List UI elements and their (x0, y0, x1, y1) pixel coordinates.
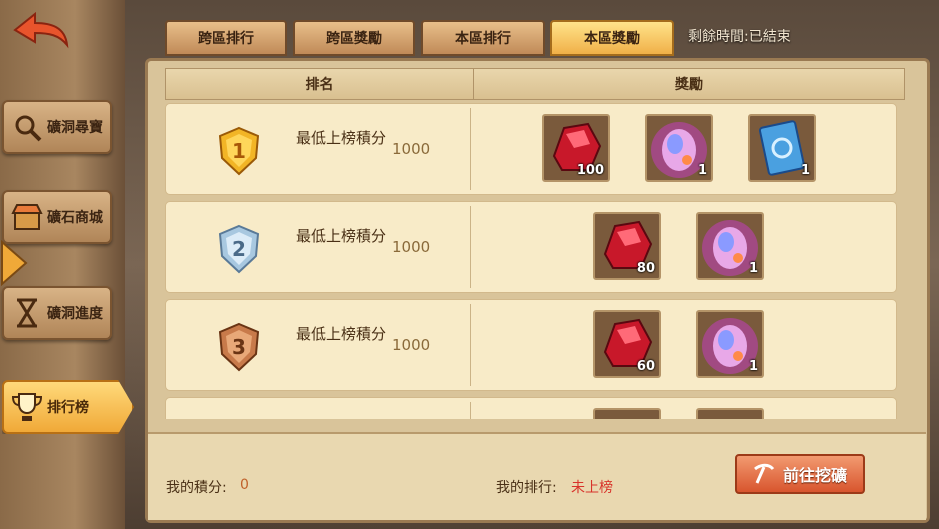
sidebar-item-mine-treasure[interactable]: 礦洞尋寶 (2, 100, 112, 154)
row-value: 1000 (392, 336, 431, 354)
back-button[interactable] (10, 10, 72, 50)
bronze-medal-icon: 3 (218, 322, 260, 372)
table-row: 1 最低上榜積分 1000 100 1 1 (165, 103, 897, 195)
egg-item[interactable]: 1 (696, 310, 764, 378)
hourglass-icon (10, 296, 44, 330)
row-value: 1000 (392, 238, 431, 256)
gold-medal-icon: 1 (218, 126, 260, 176)
svg-text:2: 2 (232, 237, 246, 261)
sidebar-item-label: 排行榜 (47, 400, 89, 416)
row-label: 最低上榜積分 (296, 227, 387, 245)
pickaxe-icon (754, 463, 775, 484)
expand-arrow-icon[interactable] (0, 240, 28, 286)
egg-item[interactable]: 1 (696, 212, 764, 280)
table-row (165, 397, 897, 419)
red-ore-item[interactable] (593, 408, 661, 419)
my-rank-label: 我的排行: (496, 480, 557, 496)
remaining-time: 剩餘時間:已結束 (688, 29, 791, 45)
sidebar-item-label: 礦洞尋寶 (47, 120, 103, 136)
sidebar-item-label: 礦洞進度 (47, 306, 103, 322)
my-rank-value: 未上榜 (571, 480, 613, 496)
go-mining-label: 前往挖礦 (782, 466, 847, 485)
table-header: 排名 獎勵 (165, 68, 905, 100)
red-ore-item[interactable]: 60 (593, 310, 661, 378)
row-label: 最低上榜積分 (296, 325, 387, 343)
sidebar-item-label: 礦石商城 (47, 210, 103, 226)
reward-item[interactable] (696, 408, 764, 419)
svg-text:1: 1 (232, 139, 246, 163)
back-arrow-icon (13, 11, 69, 49)
shop-icon (10, 200, 44, 234)
egg-item[interactable]: 1 (645, 114, 713, 182)
blue-card-item[interactable]: 1 (748, 114, 816, 182)
sidebar-item-leaderboard[interactable]: 排行榜 (2, 380, 134, 434)
svg-text:3: 3 (232, 335, 246, 359)
my-score-value: 0 (240, 477, 249, 493)
tab-local-ranking[interactable]: 本區排行 (421, 20, 545, 56)
go-mining-button[interactable]: 前往挖礦 (735, 454, 865, 494)
red-ore-item[interactable]: 100 (542, 114, 610, 182)
silver-medal-icon: 2 (218, 224, 260, 274)
tab-cross-server-ranking[interactable]: 跨區排行 (165, 20, 287, 56)
trophy-icon (10, 390, 44, 424)
sidebar-item-mine-progress[interactable]: 礦洞進度 (2, 286, 112, 340)
tab-cross-server-rewards[interactable]: 跨區獎勵 (293, 20, 415, 56)
row-value: 1000 (392, 140, 431, 158)
red-ore-item[interactable]: 80 (593, 212, 661, 280)
my-score-label: 我的積分: (166, 480, 227, 496)
tab-local-rewards[interactable]: 本區獎勵 (550, 20, 674, 56)
row-label: 最低上榜積分 (296, 129, 387, 147)
treasure-search-icon (10, 110, 44, 144)
reward-list[interactable]: 1 最低上榜積分 1000 100 1 1 2 最低上榜積分 1000 80 1… (165, 101, 897, 419)
table-row: 3 最低上榜積分 1000 60 1 (165, 299, 897, 391)
header-rank: 排名 (166, 69, 474, 99)
header-reward: 獎勵 (675, 77, 703, 93)
sidebar-item-ore-shop[interactable]: 礦石商城 (2, 190, 112, 244)
table-row: 2 最低上榜積分 1000 80 1 (165, 201, 897, 293)
